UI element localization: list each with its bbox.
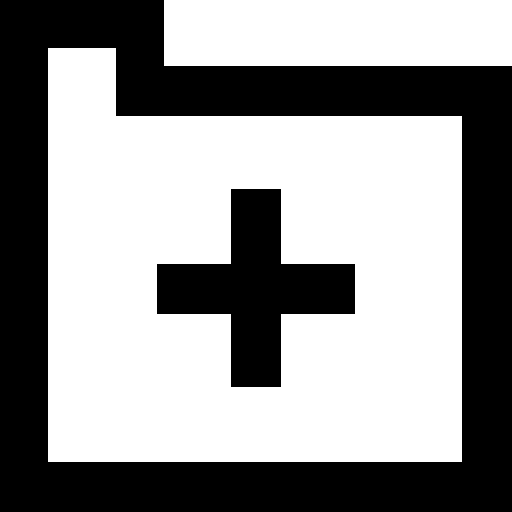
folder-add-icon-container: [0, 0, 512, 512]
folder-add-icon: [0, 0, 512, 512]
plus-horizontal-bar: [157, 264, 355, 314]
plus-sign-icon: [157, 189, 355, 387]
